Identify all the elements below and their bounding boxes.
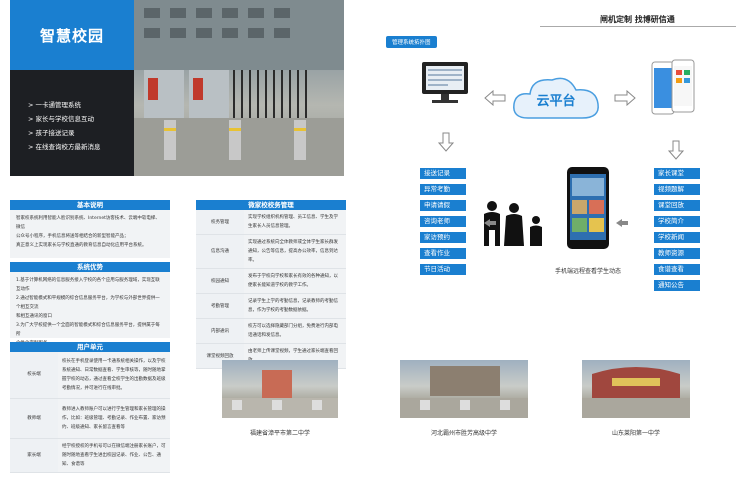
feature-button[interactable]: 家访预约 [420,232,466,243]
brand-title: 智慧校园 [10,0,134,70]
feature-button[interactable]: 查看作业 [420,248,466,259]
advantage-item: 和相互通讯的窗口 [16,314,52,319]
case-caption: 福建省漳平市第二中学 [249,430,310,437]
right-button-stack: 家长课堂 视频题解 课堂回放 学校简介 学校新闻 教师资源 食谱查看 通知公告 [654,168,700,291]
feature-button[interactable]: 异常考勤 [420,184,466,195]
row-value: 实现通过系统向全体教师或全体学生家长群发通知，公告等信息，提高办公效率，信息到达… [244,234,346,269]
basic-section: 基本说明 智家校系统利用智能人脸识别系统、Internet访客技术、云端中软电梯… [10,200,170,258]
row-value: 校方可以选择隐藏部门分组，免费进行内部电话通话和发信息。 [244,318,346,344]
table-row: 考勤管理 记录学生上学的考勤信息，记录教师的考勤信息，作为学校的考勤数据依据。 [196,293,346,319]
left-button-stack: 接送记录 异常考勤 申请请假 咨询老师 家访预约 查看作业 节日活动 [420,168,466,275]
feature-list: 一卡通管理系统 家长与学校信息互动 孩子接送记录 在线查询校方最新消息 [28,98,101,154]
case-caption: 河北霸州市胜芳高级中学 [430,430,497,437]
cloud-label: 云平台 [536,94,576,109]
table-row: 教师端 教师进入教师账户可以进行学生管理和家长管理的操作，比如：班级管理、考勤记… [10,398,170,439]
case-photo [400,360,528,418]
row-key: 内部通讯 [196,318,244,344]
row-key: 校长端 [10,352,58,399]
table-row: 校务管理 实现学校组织机构管理、员工信息、学生及学生家长人员信息管理。 [196,210,346,235]
user-section: 用户单元 校长端 校长在手机登录使用一卡通系统相关操作，以及学校系统通知、日常数… [10,342,170,473]
wechat-table: 校务管理 实现学校组织机构管理、员工信息、学生及学生家长人员信息管理。 信息沟通… [196,210,346,369]
row-value: 实现学校组织机构管理、员工信息、学生及学生家长人员信息管理。 [244,210,346,235]
feature-button[interactable]: 家长课堂 [654,168,700,179]
row-key: 考勤管理 [196,293,244,319]
advantages-section: 系统优势 1.基于计算机网络的信息服务接入学校的各个应用与服务理域，实现互联互动… [10,262,170,373]
row-value: 校长在手机登录使用一卡通系统相关操作，以及学校系统通知、日常数据查看、学生审核等… [58,352,170,399]
row-value: 经学校授权的手机号可以在微信端注册家长账户，可随时随地查看学生进出校园记录、作业… [58,438,170,473]
row-key: 教师端 [10,398,58,439]
header-divider [540,26,736,27]
phones-icon [650,58,696,118]
table-row: 信息沟通 实现通过系统向全体教师或全体学生家长群发通知，公告等信息，提高办公效率… [196,234,346,269]
advantage-item: 2.通过智能模式和平规模的综合信息服务平台，为学校与外部世界提供一个相互交流 [16,296,160,310]
feature-button[interactable]: 课堂回放 [654,200,700,211]
arrow-left-icon [616,212,628,227]
feature-button[interactable]: 学校新闻 [654,232,700,243]
row-value: 记录学生上学的考勤信息，记录教师的考勤信息，作为学校的考勤数据依据。 [244,293,346,319]
wechat-section: 微家校校务管理 校务管理 实现学校组织机构管理、员工信息、学生及学生家长人员信息… [196,200,346,369]
case-photo [222,360,338,418]
feature-button[interactable]: 咨询老师 [420,216,466,227]
table-row: 家长端 经学校授权的手机号可以在微信端注册家长账户，可随时随地查看学生进出校园记… [10,438,170,473]
feature-button[interactable]: 学校简介 [654,216,700,227]
case-photo [582,360,690,418]
arrow-down-icon [667,140,685,160]
gate-illustration [134,0,344,176]
section-heading: 系统优势 [10,262,170,272]
case-caption: 山东莱阳第一中学 [611,430,660,437]
table-row: 校长端 校长在手机登录使用一卡通系统相关操作，以及学校系统通知、日常数据查看、学… [10,352,170,399]
phone-icon [566,166,610,250]
feature-button[interactable]: 通知公告 [654,280,700,291]
advantage-item: 3.为广大学校提供一个全面的智能模式和综合信息服务平台，提供属于每所 [16,323,160,337]
table-row: 内部通讯 校方可以选择隐藏部门分组，免费进行内部电话通话和发信息。 [196,318,346,344]
arrow-right-icon [614,89,636,107]
topology-tag: 管理系统拓扑图 [386,36,437,48]
feature-button[interactable]: 食谱查看 [654,264,700,275]
arrow-down-icon [437,132,455,152]
feature-button[interactable]: 视频题解 [654,184,700,195]
basic-text: 真正意义上实现家长与学校直通的教育信息自动化应用平台系统。 [16,243,147,248]
feature-item: 一卡通管理系统 [28,98,101,112]
row-value: 教师进入教师账户可以进行学生管理和家长管理的操作，比如：班级管理、考勤记录、作业… [58,398,170,439]
section-heading: 微家校校务管理 [196,200,346,210]
row-value: 发布于学校向学校和家长有效的各种通知，以便家长能知道学校的教学工作。 [244,268,346,294]
feature-button[interactable]: 接送记录 [420,168,466,179]
feature-item: 孩子接送记录 [28,126,101,140]
section-heading: 用户单元 [10,342,170,352]
basic-text: 智家校系统利用智能人脸识别系统、Internet访客技术、云端中软电梯、微信 [16,216,160,230]
table-row: 校园通知 发布于学校向学校和家长有效的各种通知，以便家长能知道学校的教学工作。 [196,268,346,294]
row-key: 校园通知 [196,268,244,294]
feature-button[interactable]: 教师资源 [654,248,700,259]
campus-gate-photo [134,0,344,176]
phone-caption: 手机端远程查看学生动态 [554,268,621,275]
section-heading: 基本说明 [10,200,170,210]
basic-text: 公众号小程序，手机信息将送等相结合的新型智能产品； [16,234,129,239]
monitor-icon [420,60,470,108]
row-key: 校务管理 [196,210,244,235]
feature-item: 在线查询校方最新消息 [28,140,101,154]
feature-button[interactable]: 节日活动 [420,264,466,275]
advantage-item: 1.基于计算机网络的信息服务接入学校的各个应用与服务理域，实现互联互动作 [16,278,160,292]
user-table: 校长端 校长在手机登录使用一卡通系统相关操作，以及学校系统通知、日常数据查看、学… [10,352,170,473]
row-key: 信息沟通 [196,234,244,269]
arrow-left-icon [484,212,496,227]
arrow-left-icon [484,89,506,107]
row-key: 家长端 [10,438,58,473]
slogan: 闸机定制 找博研信通 [600,15,675,24]
feature-item: 家长与学校信息互动 [28,112,101,126]
feature-button[interactable]: 申请请假 [420,200,466,211]
